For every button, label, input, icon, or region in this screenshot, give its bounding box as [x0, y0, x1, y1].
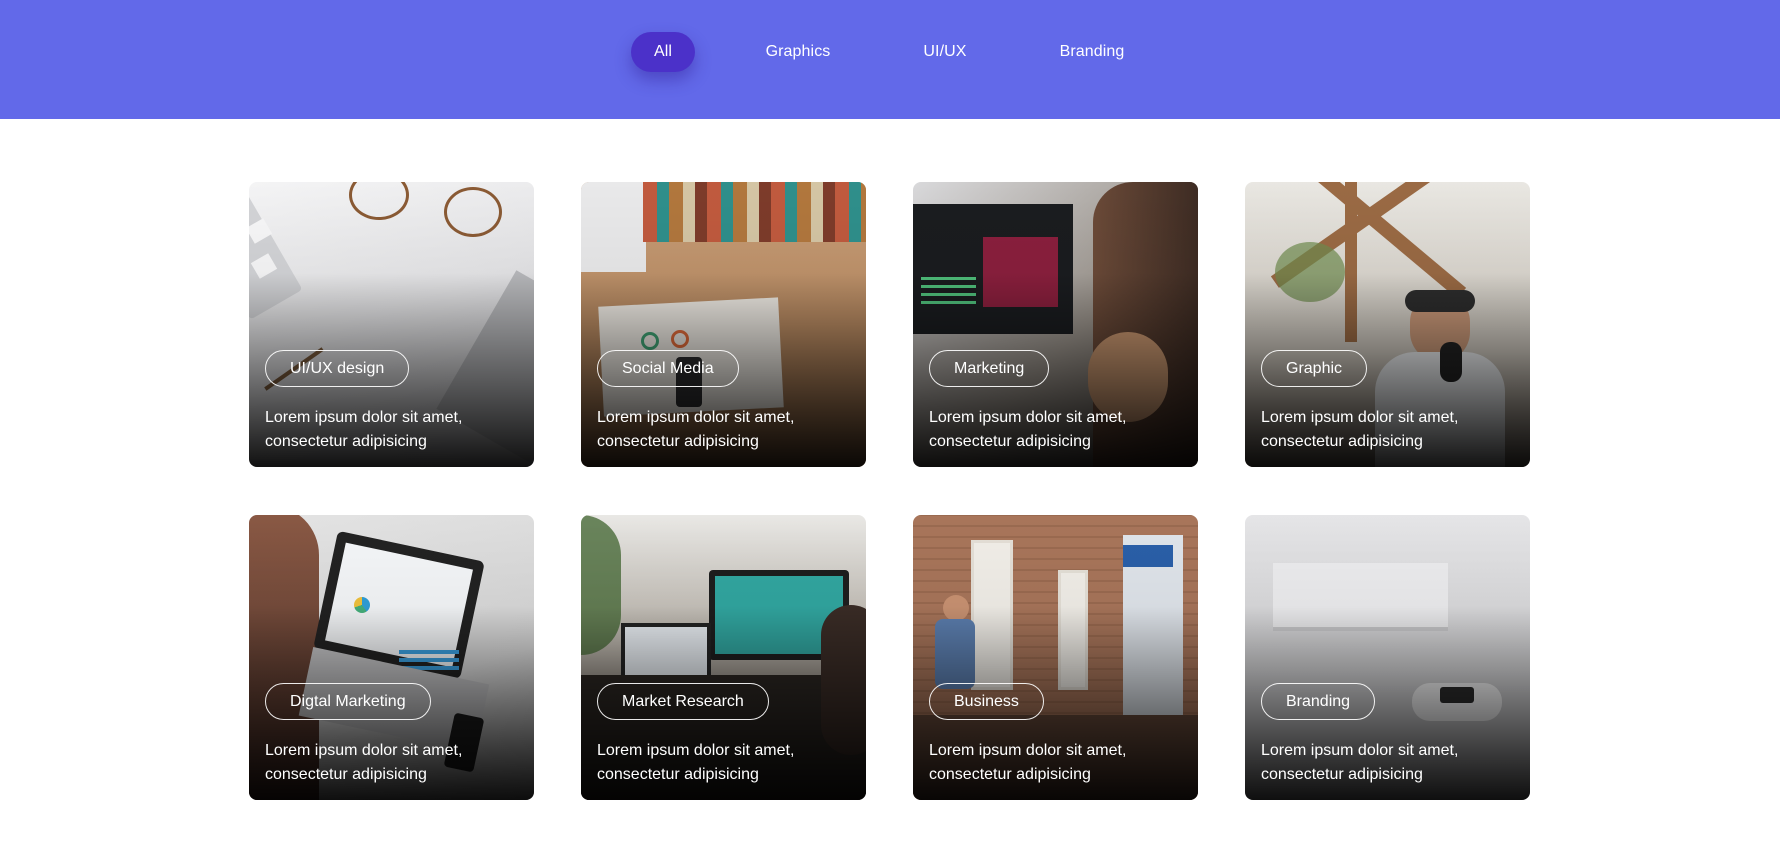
- portfolio-card[interactable]: UI/UX design Lorem ipsum dolor sit amet,…: [249, 182, 534, 467]
- category-tag[interactable]: UI/UX design: [265, 350, 410, 387]
- category-tag[interactable]: Digtal Marketing: [265, 683, 431, 720]
- filter-tab-uiux[interactable]: UI/UX: [914, 32, 976, 72]
- card-description: Lorem ipsum dolor sit amet, consectetur …: [1261, 742, 1459, 783]
- card-description: Lorem ipsum dolor sit amet, consectetur …: [265, 409, 463, 450]
- card-description: Lorem ipsum dolor sit amet, consectetur …: [597, 742, 795, 783]
- portfolio-card[interactable]: Social Media Lorem ipsum dolor sit amet,…: [581, 182, 866, 467]
- filter-bar: All Graphics UI/UX Branding: [0, 0, 1780, 119]
- filter-tab-branding[interactable]: Branding: [1054, 32, 1130, 72]
- category-tag[interactable]: Social Media: [597, 350, 739, 387]
- portfolio-card[interactable]: Business Lorem ipsum dolor sit amet, con…: [913, 515, 1198, 800]
- portfolio-card[interactable]: Branding Lorem ipsum dolor sit amet, con…: [1245, 515, 1530, 800]
- category-tag[interactable]: Branding: [1261, 683, 1376, 720]
- card-description: Lorem ipsum dolor sit amet, consectetur …: [265, 742, 463, 783]
- category-tag[interactable]: Marketing: [929, 350, 1050, 387]
- portfolio-card[interactable]: Market Research Lorem ipsum dolor sit am…: [581, 515, 866, 800]
- filter-tab-all[interactable]: All: [631, 32, 695, 72]
- card-description: Lorem ipsum dolor sit amet, consectetur …: [929, 742, 1127, 783]
- category-tag[interactable]: Graphic: [1261, 350, 1368, 387]
- card-description: Lorem ipsum dolor sit amet, consectetur …: [929, 409, 1127, 450]
- category-tag[interactable]: Market Research: [597, 683, 769, 720]
- category-tag[interactable]: Business: [929, 683, 1044, 720]
- card-description: Lorem ipsum dolor sit amet, consectetur …: [597, 409, 795, 450]
- filter-tab-graphics[interactable]: Graphics: [757, 32, 839, 72]
- portfolio-card[interactable]: Marketing Lorem ipsum dolor sit amet, co…: [913, 182, 1198, 467]
- card-description: Lorem ipsum dolor sit amet, consectetur …: [1261, 409, 1459, 450]
- portfolio-card[interactable]: Graphic Lorem ipsum dolor sit amet, cons…: [1245, 182, 1530, 467]
- portfolio-card[interactable]: Digtal Marketing Lorem ipsum dolor sit a…: [249, 515, 534, 800]
